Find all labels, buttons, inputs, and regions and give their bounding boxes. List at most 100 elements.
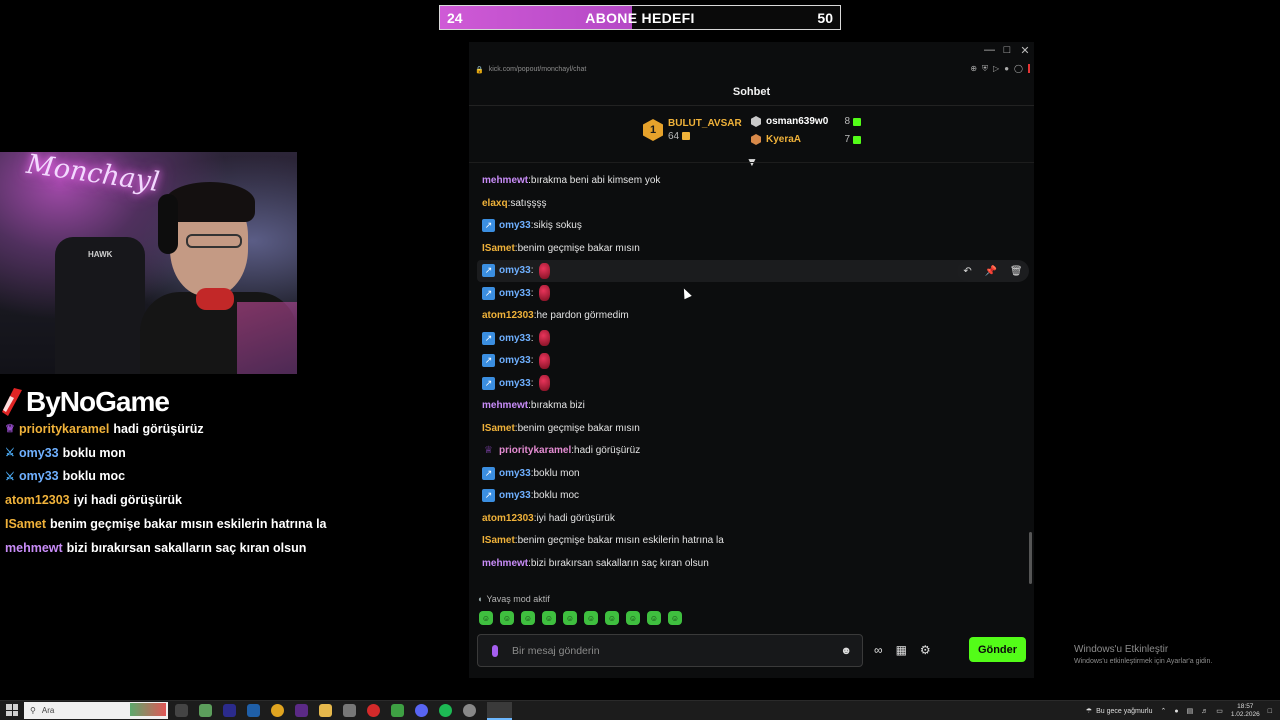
overlay-username: omy33 <box>19 469 59 484</box>
emote-icon[interactable]: ☺ <box>668 611 682 625</box>
subscriber-badge-icon: ↗ <box>482 331 495 345</box>
chat-username[interactable]: ISamet <box>482 535 515 546</box>
emote-icon[interactable]: ☺ <box>542 611 556 625</box>
chat-scrollbar[interactable] <box>1029 532 1032 584</box>
third-gifter[interactable]: KyeraA 7 <box>751 134 861 145</box>
chat-username[interactable]: omy33 <box>499 288 531 299</box>
weather-widget[interactable]: ☂ Bu gece yağmurlu <box>1086 707 1153 716</box>
premiere-icon[interactable] <box>223 704 236 717</box>
emote-icon[interactable]: ☺ <box>500 611 514 625</box>
chat-username[interactable]: omy33 <box>499 355 531 366</box>
microphone-icon[interactable] <box>492 644 498 657</box>
chat-username[interactable]: omy33 <box>499 220 531 231</box>
emote-icon[interactable]: ☺ <box>563 611 577 625</box>
chat-username[interactable]: ISamet <box>482 423 515 434</box>
top-gifter[interactable]: 1 BULUT_AVSAR 64 <box>643 118 742 142</box>
second-gifter[interactable]: osman639w0 8 <box>751 116 861 127</box>
volume-icon[interactable]: ♬ <box>1201 708 1208 715</box>
chat-message[interactable]: mehmewt: bırakma beni abi kimsem yok <box>469 170 1024 193</box>
store-icon[interactable]: ▦ <box>896 643 907 657</box>
emote-icon[interactable]: ☺ <box>584 611 598 625</box>
app-icon[interactable] <box>199 704 212 717</box>
chat-username[interactable]: atom12303 <box>482 513 534 524</box>
chat-username[interactable]: omy33 <box>499 333 531 344</box>
chat-username[interactable]: mehmewt <box>482 175 528 186</box>
chat-message[interactable]: atom12303: he pardon görmedim <box>469 305 1024 328</box>
obs-icon[interactable] <box>463 704 476 717</box>
emote-icon[interactable]: ☺ <box>626 611 640 625</box>
delete-icon[interactable]: 🗑 <box>1010 266 1023 277</box>
points-icon[interactable]: ∞ <box>874 643 883 657</box>
settings-gear-icon[interactable]: ⚙ <box>920 643 931 657</box>
opera-icon[interactable] <box>367 704 380 717</box>
network-icon[interactable]: ▤ <box>1187 707 1194 715</box>
close-icon[interactable]: ✕ <box>1020 44 1030 57</box>
chat-message[interactable]: ISamet: benim geçmişe bakar mısın eskile… <box>469 530 1024 553</box>
emote-icon[interactable]: ☺ <box>521 611 535 625</box>
chat-username[interactable]: omy33 <box>499 265 531 276</box>
chat-username[interactable]: mehmewt <box>482 400 528 411</box>
chat-username[interactable]: elaxq <box>482 198 508 209</box>
overlay-username: mehmewt <box>5 540 63 555</box>
chat-message[interactable]: ↗ omy33: <box>469 282 1024 305</box>
chat-message[interactable]: ↗ omy33: <box>469 327 1024 350</box>
emote-icon[interactable]: ☺ <box>647 611 661 625</box>
extension-icon[interactable]: ● <box>1004 64 1009 74</box>
file-explorer-icon[interactable] <box>319 704 332 717</box>
windows-start-icon[interactable] <box>6 704 18 716</box>
emote-icon[interactable]: ☺ <box>479 611 493 625</box>
zoom-icon[interactable]: ⊕ <box>970 64 977 74</box>
notification-icon[interactable]: □ <box>1268 708 1272 715</box>
xbox-icon[interactable] <box>391 704 404 717</box>
chat-username[interactable]: atom12303 <box>482 310 534 321</box>
chat-message[interactable]: ISamet: benim geçmişe bakar mısın <box>469 237 1024 260</box>
chat-message[interactable]: ↗ omy33: boklu mon <box>469 462 1024 485</box>
chat-username[interactable]: mehmewt <box>482 163 528 164</box>
emote-icon[interactable]: ☺ <box>605 611 619 625</box>
minimize-icon[interactable]: — <box>984 44 995 57</box>
chat-messages[interactable]: mehmewt: gitme bırakmamehmewt: bırakma b… <box>469 163 1024 586</box>
chat-message[interactable]: ↗ omy33: <box>469 372 1024 395</box>
chat-message[interactable]: ↗ omy33: <box>469 350 1024 373</box>
chat-message[interactable]: elaxq: satışşşş <box>469 192 1024 215</box>
chat-message[interactable]: mehmewt: bizi bırakırsan sakalların saç … <box>469 552 1024 575</box>
sword-badge-icon: ⚔ <box>5 447 15 460</box>
chat-username[interactable]: omy33 <box>499 378 531 389</box>
shield-icon[interactable]: ⛨ <box>982 64 988 74</box>
chrome-icon[interactable] <box>271 704 284 717</box>
chat-message[interactable]: ♕ prioritykaramel: hadi görüşürüz <box>469 440 1024 463</box>
battery-icon[interactable]: ▭ <box>1216 707 1223 715</box>
active-app-icon[interactable] <box>487 702 512 720</box>
chat-username[interactable]: ISamet <box>482 243 515 254</box>
chat-username[interactable]: omy33 <box>499 468 531 479</box>
pin-icon[interactable]: 📌 <box>985 266 997 277</box>
send-button[interactable]: Gönder <box>969 637 1026 662</box>
reply-icon[interactable]: ↶ <box>963 266 971 277</box>
emoji-picker-icon[interactable]: ☻ <box>840 645 852 657</box>
chat-message[interactable]: mehmewt: bırakma bizi <box>469 395 1024 418</box>
chat-username[interactable]: mehmewt <box>482 558 528 569</box>
photoshop-icon[interactable] <box>247 704 260 717</box>
search-highlight-image[interactable] <box>130 703 166 716</box>
clock[interactable]: 18:57 1.02.2026 <box>1231 703 1260 719</box>
address-bar[interactable]: 🔒 kick.com/popout/monchayl/chat ⊕ ⛨ ▷ ● … <box>469 62 1034 77</box>
microphone-tray-icon[interactable]: ● <box>1174 708 1178 715</box>
chat-username[interactable]: prioritykaramel <box>499 445 571 456</box>
chat-message[interactable]: ↗ omy33: sikiş sokuş <box>469 215 1024 238</box>
chat-username[interactable]: omy33 <box>499 490 531 501</box>
notepad-icon[interactable] <box>343 704 356 717</box>
after-effects-icon[interactable] <box>295 704 308 717</box>
chat-message[interactable]: atom12303: iyi hadi görüşürük <box>469 507 1024 530</box>
spotify-icon[interactable] <box>439 704 452 717</box>
task-view-icon[interactable] <box>175 704 188 717</box>
chat-message-text: bizi bırakırsan sakalların saç kıran ols… <box>530 557 709 569</box>
chat-message[interactable]: ↗ omy33: <box>477 259 1016 282</box>
chevron-up-icon[interactable]: ⌃ <box>1160 707 1166 715</box>
chat-message[interactable]: ISamet: benim geçmişe bakar mısın <box>469 417 1024 440</box>
chat-message[interactable]: ↗ omy33: boklu moc <box>469 485 1024 508</box>
play-icon[interactable]: ▷ <box>993 64 999 74</box>
message-input[interactable] <box>512 644 841 657</box>
discord-icon[interactable] <box>415 704 428 717</box>
chat-icon[interactable]: ◯ <box>1014 64 1023 74</box>
maximize-icon[interactable]: □ <box>1002 44 1012 57</box>
